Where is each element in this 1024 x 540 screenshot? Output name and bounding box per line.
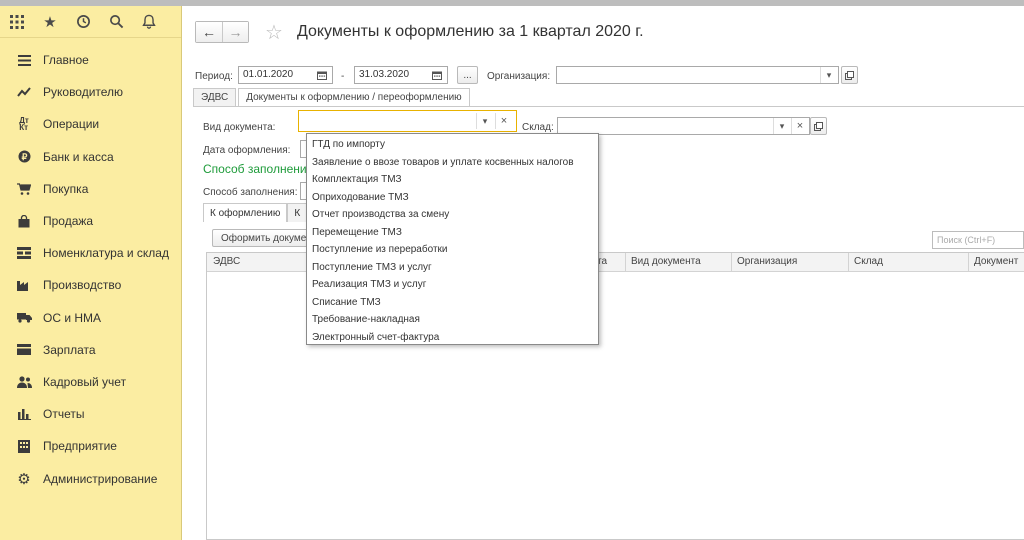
truck-icon [16,311,32,325]
column-separator[interactable] [625,253,626,271]
dropdown-option[interactable]: Комплектация ТМЗ [307,171,598,189]
form-header: ← → ☆ Документы к оформлению за 1 кварта… [195,20,644,44]
search-icon[interactable] [108,14,124,30]
dropdown-option[interactable]: Электронный счет-фактура [307,329,598,347]
favorite-star-icon[interactable]: ☆ [265,20,283,45]
shopping-bag-icon [16,214,32,228]
sidebar-toolbar: ★ [0,6,181,38]
column-separator[interactable] [731,253,732,271]
dropdown-option[interactable]: Перемещение ТМЗ [307,224,598,242]
doc-type-clear-icon[interactable]: × [495,113,512,129]
building-icon [16,439,32,453]
sidebar-item-production[interactable]: Производство [0,269,181,301]
sidebar-item-administration[interactable]: ⚙ Администрирование [0,462,181,494]
dropdown-option[interactable]: Оприходование ТМЗ [307,189,598,207]
back-arrow-icon[interactable]: ← [196,22,222,42]
sidebar-item-nomenclature[interactable]: Номенклатура и склад [0,237,181,269]
column-header-doc-type[interactable]: Вид документа [631,256,701,267]
sidebar-item-sales[interactable]: Продажа [0,205,181,237]
dropdown-option[interactable]: Требование-накладная [307,311,598,329]
debit-credit-icon: Дт Кт [19,116,29,133]
star-icon[interactable]: ★ [42,14,58,31]
bar-chart-icon [16,407,32,421]
sidebar-item-fixed-assets[interactable]: ОС и НМА [0,302,181,334]
sidebar-item-reports[interactable]: Отчеты [0,398,181,430]
tab-to-process[interactable]: К оформлению [203,203,288,222]
wallet-icon [16,343,32,357]
svg-text:₽: ₽ [21,152,27,162]
calendar-from-icon[interactable] [313,67,331,83]
column-separator[interactable] [848,253,849,271]
factory-icon [16,278,32,292]
warehouse-icon [16,246,32,260]
column-separator[interactable] [968,253,969,271]
sidebar-item-hr[interactable]: Кадровый учет [0,366,181,398]
sidebar: ★ Главное Руководителю Дт Кт Операции ₽ Б… [0,6,182,540]
column-header-edvs[interactable]: ЭДВС [213,256,240,267]
warehouse-open-icon[interactable] [810,117,827,135]
sidebar-item-purchase[interactable]: Покупка [0,173,181,205]
process-document-button[interactable]: Оформить докуме [212,229,308,247]
organization-open-icon[interactable] [841,66,858,84]
period-label: Период: [195,71,233,82]
apps-grid-icon[interactable] [9,14,25,30]
page-title: Документы к оформлению за 1 квартал 2020… [296,23,644,40]
dropdown-option[interactable]: ГТД по импорту [307,136,598,154]
menu-lines-icon [16,53,32,67]
coin-icon: ₽ [16,150,32,164]
sidebar-item-operations[interactable]: Дт Кт Операции [0,108,181,140]
organization-dropdown-icon[interactable]: ▾ [820,67,837,83]
doc-type-dropdown-list: ГТД по импорту Заявление о ввозе товаров… [306,133,599,345]
tabs-divider [193,106,1024,107]
sidebar-item-manager[interactable]: Руководителю [0,76,181,108]
tab-edvs[interactable]: ЭДВС [193,88,237,106]
sidebar-item-main[interactable]: Главное [0,44,181,76]
trend-chart-icon [16,85,32,99]
dropdown-option[interactable]: Заявление о ввозе товаров и уплате косве… [307,154,598,172]
processing-date-label: Дата оформления: [203,145,291,156]
warehouse-dropdown-icon[interactable]: ▾ [773,118,790,134]
column-header-warehouse[interactable]: Склад [854,256,883,267]
period-select-button[interactable]: ... [457,66,478,84]
dropdown-option[interactable]: Отчет производства за смену [307,206,598,224]
fill-method-group-title: Способ заполнени [203,162,307,176]
dropdown-option[interactable]: Поступление ТМЗ и услуг [307,259,598,277]
warehouse-clear-icon[interactable]: × [791,118,808,134]
sidebar-item-bank[interactable]: ₽ Банк и касса [0,141,181,173]
tab-to-reprocess[interactable]: К [287,203,308,222]
forward-arrow-icon[interactable]: → [222,22,248,42]
sidebar-item-salary[interactable]: Зарплата [0,334,181,366]
gear-icon: ⚙ [17,470,31,488]
main-tabs: ЭДВС Документы к оформлению / переоформл… [193,88,470,106]
bell-icon[interactable] [141,14,157,30]
nav-buttons: ← → [195,21,249,43]
dropdown-option[interactable]: Поступление из переработки [307,241,598,259]
organization-label: Организация: [487,71,551,82]
search-input[interactable]: Поиск (Ctrl+F) [932,231,1024,249]
fill-method-label: Способ заполнения: [203,187,298,198]
history-icon[interactable] [75,14,91,30]
doc-type-dropdown-icon[interactable]: ▾ [476,113,493,129]
sidebar-menu: Главное Руководителю Дт Кт Операции ₽ Бан… [0,38,181,495]
dropdown-option[interactable]: Реализация ТМЗ и услуг [307,276,598,294]
calendar-to-icon[interactable] [428,67,446,83]
main-content: ← → ☆ Документы к оформлению за 1 кварта… [183,6,1024,540]
column-header-document[interactable]: Документ [974,256,1018,267]
inner-tabs: К оформлению К [203,203,308,222]
organization-field[interactable] [556,66,839,84]
column-header-organization[interactable]: Организация [737,256,797,267]
people-icon [16,375,32,389]
doc-type-label: Вид документа: [203,122,276,133]
sidebar-item-enterprise[interactable]: Предприятие [0,430,181,462]
cart-icon [16,182,32,196]
warehouse-label: Склад: [522,122,554,133]
tab-documents-to-process[interactable]: Документы к оформлению / переоформлению [238,88,470,106]
dropdown-option[interactable]: Списание ТМЗ [307,294,598,312]
period-dash: - [341,71,345,82]
